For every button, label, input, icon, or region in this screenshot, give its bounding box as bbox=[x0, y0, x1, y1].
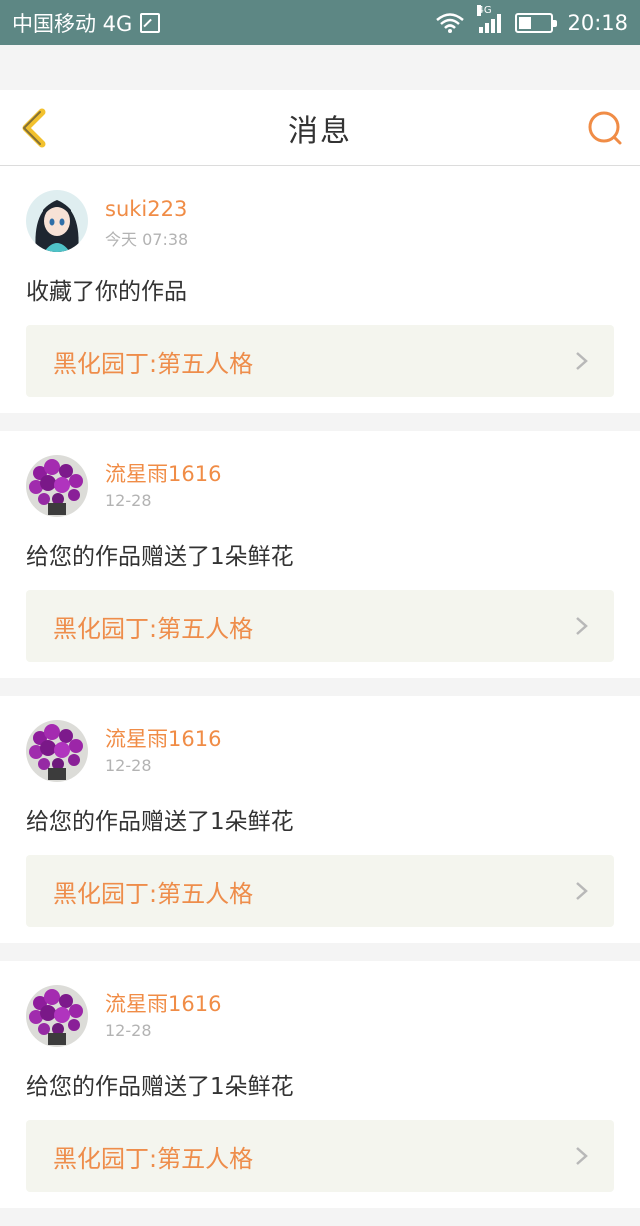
message-time: 12-28 bbox=[105, 1021, 152, 1040]
status-time: 20:18 bbox=[567, 10, 628, 35]
search-icon[interactable] bbox=[586, 110, 624, 148]
message-item: 流星雨1616 12-28 给您的作品赠送了1朵鲜花 黑化园丁:第五人格 bbox=[0, 961, 640, 1208]
battery-icon bbox=[515, 12, 558, 33]
chevron-left-icon[interactable] bbox=[18, 108, 54, 148]
work-title: 黑化园丁:第五人格 bbox=[53, 614, 254, 643]
work-link[interactable]: 黑化园丁:第五人格 bbox=[26, 590, 614, 662]
username[interactable]: 流星雨1616 bbox=[105, 991, 221, 1017]
message-item: 流星雨1616 12-28 给您的作品赠送了1朵鲜花 黑化园丁:第五人格 bbox=[0, 696, 640, 943]
message-item: 流星雨1616 12-28 给您的作品赠送了1朵鲜花 黑化园丁:第五人格 bbox=[0, 431, 640, 678]
image-notification-icon bbox=[140, 12, 161, 33]
message-list: suki223 今天 07:38 收藏了你的作品 黑化园丁:第五人格 流星雨16… bbox=[0, 166, 640, 1226]
work-link[interactable]: 黑化园丁:第五人格 bbox=[26, 855, 614, 927]
message-content: 给您的作品赠送了1朵鲜花 bbox=[26, 544, 294, 570]
network-tag: 4G bbox=[477, 4, 492, 16]
message-time: 12-28 bbox=[105, 491, 152, 510]
purple-flowers-avatar[interactable] bbox=[26, 720, 88, 782]
purple-flowers-avatar[interactable] bbox=[26, 455, 88, 517]
work-title: 黑化园丁:第五人格 bbox=[53, 879, 254, 908]
message-content: 给您的作品赠送了1朵鲜花 bbox=[26, 809, 294, 835]
header-bar: 消息 bbox=[0, 90, 640, 166]
work-title: 黑化园丁:第五人格 bbox=[53, 1144, 254, 1173]
chevron-right-icon bbox=[576, 352, 588, 370]
purple-flowers-avatar[interactable] bbox=[26, 985, 88, 1047]
anime-girl-avatar[interactable] bbox=[26, 190, 88, 252]
message-item: suki223 今天 07:38 收藏了你的作品 黑化园丁:第五人格 bbox=[0, 166, 640, 413]
message-time: 12-28 bbox=[105, 756, 152, 775]
chevron-right-icon bbox=[576, 882, 588, 900]
username[interactable]: suki223 bbox=[105, 196, 188, 222]
message-content: 给您的作品赠送了1朵鲜花 bbox=[26, 1074, 294, 1100]
work-link[interactable]: 黑化园丁:第五人格 bbox=[26, 1120, 614, 1192]
username[interactable]: 流星雨1616 bbox=[105, 461, 221, 487]
signal-icon: 4G bbox=[477, 4, 502, 33]
page-title: 消息 bbox=[288, 113, 352, 149]
username[interactable]: 流星雨1616 bbox=[105, 726, 221, 752]
wifi-icon bbox=[436, 12, 465, 33]
carrier-label: 中国移动 4G bbox=[12, 11, 133, 36]
status-bar: 中国移动 4G 4G 20:18 bbox=[0, 0, 640, 45]
work-title: 黑化园丁:第五人格 bbox=[53, 349, 254, 378]
message-content: 收藏了你的作品 bbox=[26, 279, 187, 305]
chevron-right-icon bbox=[576, 1147, 588, 1165]
work-link[interactable]: 黑化园丁:第五人格 bbox=[26, 325, 614, 397]
chevron-right-icon bbox=[576, 617, 588, 635]
message-time: 今天 07:38 bbox=[105, 230, 189, 249]
